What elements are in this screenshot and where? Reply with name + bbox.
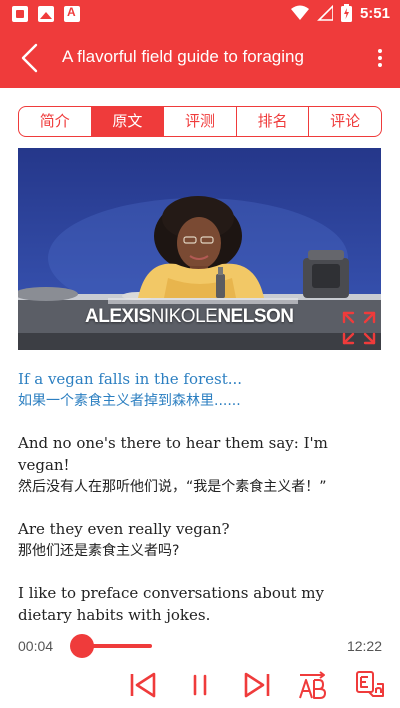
video-caption: ALEXISNIKOLENELSON: [85, 306, 294, 328]
more-vert-icon[interactable]: [374, 46, 386, 72]
caption-last-name: NELSON: [217, 306, 294, 327]
transcript-paragraph[interactable]: If a vegan falls in the forest... 如果一个素食…: [18, 368, 382, 412]
pdf-icon: [64, 5, 80, 22]
back-button[interactable]: [16, 42, 46, 74]
video-player[interactable]: ALEXISNIKOLENELSON: [18, 148, 381, 350]
previous-icon: [130, 672, 156, 698]
wifi-icon: [290, 5, 309, 20]
transcript-en: If a vegan falls in the forest...: [18, 370, 243, 388]
seek-thumb[interactable]: [70, 634, 94, 658]
page-title: A flavorful field guide to foraging: [62, 47, 304, 66]
text-size-icon: [299, 671, 326, 699]
transcript-zh: 如果一个素食主义者掉到森林里......: [18, 393, 241, 409]
transcript: If a vegan falls in the forest... 如果一个素食…: [18, 368, 382, 646]
status-time: 5:51: [359, 4, 390, 22]
text-size-button[interactable]: [298, 670, 328, 700]
transcript-en: And no one's there to hear them say: I'm…: [18, 434, 328, 474]
transcript-zh: 那他们还是素食主义者吗?: [18, 543, 180, 559]
total-time: 12:22: [346, 638, 382, 654]
notification-square-icon: [12, 6, 28, 22]
next-button[interactable]: [242, 670, 272, 700]
transcript-zh: 然后没有人在那听他们说，“我是个素食主义者！”: [18, 479, 327, 495]
pause-icon: [193, 674, 207, 696]
app-bar: A flavorful field guide to foraging: [0, 28, 400, 88]
next-icon: [244, 672, 270, 698]
translate-toggle-button[interactable]: [355, 670, 385, 700]
caption-first-name: ALEXIS: [85, 306, 151, 327]
transcript-paragraph[interactable]: And no one's there to hear them say: I'm…: [18, 432, 382, 498]
fullscreen-button[interactable]: [341, 310, 377, 346]
previous-button[interactable]: [128, 670, 158, 700]
tab-review[interactable]: 评测: [164, 107, 237, 136]
elapsed-time: 00:04: [18, 638, 54, 654]
tab-ranking[interactable]: 排名: [237, 107, 310, 136]
translate-toggle-icon: [356, 671, 384, 697]
image-icon: [38, 6, 54, 22]
audio-player: 00:04 12:22: [0, 624, 400, 708]
tab-intro[interactable]: 简介: [19, 107, 92, 136]
signal-icon: [317, 5, 333, 21]
fullscreen-icon: [342, 311, 376, 345]
caption-middle-name: NIKOLE: [150, 306, 218, 327]
tab-original-text[interactable]: 原文: [91, 107, 165, 136]
transcript-en: Are they even really vegan?: [18, 520, 230, 538]
transcript-paragraph[interactable]: I like to preface conversations about my…: [18, 582, 382, 626]
tab-bar: 简介 原文 评测 排名 评论: [18, 106, 382, 137]
transcript-en: I like to preface conversations about my…: [18, 584, 325, 624]
tab-comments[interactable]: 评论: [309, 107, 381, 136]
back-chevron-icon: [21, 43, 38, 73]
transcript-paragraph[interactable]: Are they even really vegan? 那他们还是素食主义者吗?: [18, 518, 382, 562]
playback-controls: [0, 670, 400, 700]
battery-charging-icon: [340, 4, 352, 22]
pause-button[interactable]: [185, 670, 215, 700]
status-bar: 5:51: [0, 0, 400, 28]
